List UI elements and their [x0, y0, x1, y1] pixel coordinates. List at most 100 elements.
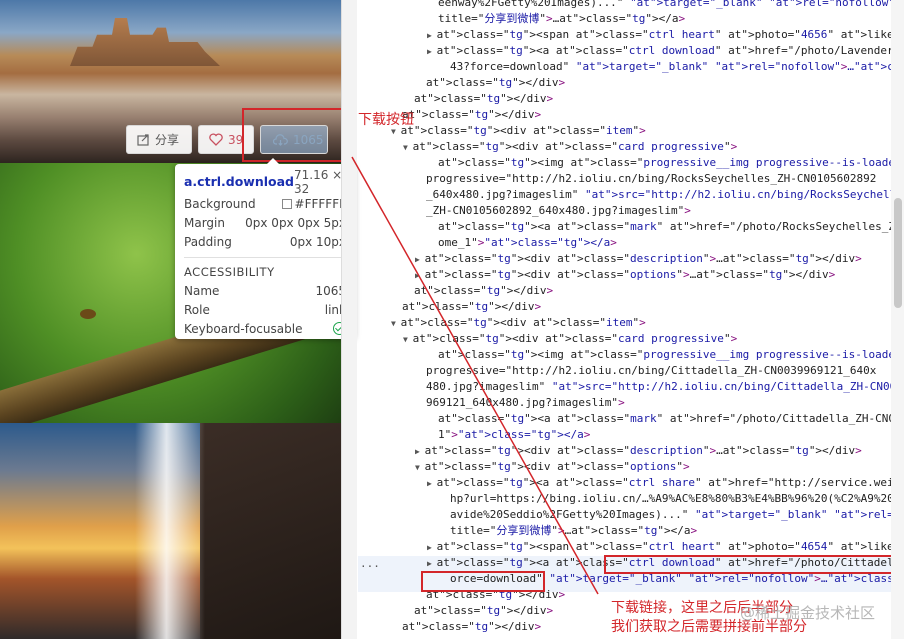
code-line[interactable]: ▶ at">class="tg"><span at">class="ctrl h…: [427, 27, 904, 43]
code-line[interactable]: ▶ at">class="tg"><a at">class="ctrl shar…: [427, 475, 904, 491]
background-label: Background: [184, 196, 256, 211]
code-line[interactable]: 43?force=download" "at">target="_blank" …: [450, 59, 904, 75]
margin-label: Margin: [184, 215, 225, 230]
code-text: at">class="tg"><div at">class="card prog…: [412, 332, 738, 345]
code-line[interactable]: at">class="tg"></div>: [414, 91, 553, 107]
code-text: progressive="http://h2.ioliu.cn/bing/Cit…: [426, 364, 877, 377]
expand-triangle-icon[interactable]: ▶: [427, 543, 437, 552]
code-line[interactable]: hp?url=https://bing.ioliu.cn/…%A9%AC%E8%…: [450, 491, 900, 507]
expand-triangle-icon[interactable]: ▶: [415, 447, 425, 456]
code-line[interactable]: ome_1">"at">class="tg"></a>: [438, 235, 617, 251]
code-line[interactable]: 480.jpg?imageslim" "at">src="http://h2.i…: [426, 379, 904, 395]
code-text: at">class="tg"></div>: [402, 300, 542, 313]
code-text: title="分享到微博">…at">class="tg"></a>: [450, 524, 698, 537]
code-line[interactable]: at">class="tg"></div>: [414, 603, 553, 619]
elements-panel: eenway%2FGetty%20Images)..." "at">target…: [358, 0, 904, 639]
tooltip-arrow: [267, 158, 279, 164]
code-text: at">class="tg"></div>: [414, 604, 554, 617]
heart-icon: [209, 133, 223, 146]
code-text: at">class="tg"><a at">class="mark" at">h…: [438, 412, 904, 425]
padding-label: Padding: [184, 234, 232, 249]
expand-triangle-icon[interactable]: ▶: [427, 559, 437, 568]
code-line[interactable]: _ZH-CN0105602892_640x480.jpg?imageslim">: [426, 203, 691, 219]
code-text: at">class="tg"></div>: [402, 620, 542, 633]
code-line[interactable]: ▶ at">class="tg"><div at">class="descrip…: [415, 443, 862, 459]
annotation-download-button: 下载按钮: [358, 112, 414, 128]
photo-waterfall[interactable]: [0, 423, 341, 639]
code-line[interactable]: progressive="http://h2.ioliu.cn/bing/Cit…: [426, 363, 876, 379]
code-text: hp?url=https://bing.ioliu.cn/…%A9%AC%E8%…: [450, 492, 901, 505]
code-line[interactable]: 1">"at">class="tg"></a>: [438, 427, 590, 443]
castle-silhouette: [70, 18, 220, 66]
code-line[interactable]: ▼ at">class="tg"><div at">class="item">: [391, 123, 646, 139]
collapse-triangle-icon[interactable]: ▼: [403, 335, 413, 344]
code-line[interactable]: progressive="http://h2.ioliu.cn/bing/Roc…: [426, 171, 876, 187]
code-line[interactable]: at">class="tg"><img at">class="progressi…: [438, 347, 904, 363]
code-text: at">class="tg"><span at">class="ctrl hea…: [436, 540, 904, 553]
code-text: ome_1">"at">class="tg"></a>: [438, 236, 617, 249]
code-text: at">class="tg"><div at">class="options">…: [424, 268, 836, 281]
code-line[interactable]: ▶ at">class="tg"><span at">class="ctrl h…: [427, 539, 904, 555]
share-button[interactable]: 分享: [126, 125, 192, 154]
code-line[interactable]: _640x480.jpg?imageslim" "at">src="http:/…: [426, 187, 904, 203]
code-line[interactable]: 969121_640x480.jpg?imageslim">: [426, 395, 625, 411]
code-text: progressive="http://h2.ioliu.cn/bing/Roc…: [426, 172, 877, 185]
code-line[interactable]: title="分享到微博">…at">class="tg"></a>: [450, 523, 697, 539]
code-text: 480.jpg?imageslim" "at">src="http://h2.i…: [426, 380, 904, 393]
code-line[interactable]: at">class="tg"></div>: [414, 283, 553, 299]
collapse-triangle-icon[interactable]: ▼: [415, 463, 425, 472]
code-line[interactable]: ▶ at">class="tg"><div at">class="descrip…: [415, 251, 862, 267]
code-line[interactable]: at">class="tg"><img at">class="progressi…: [438, 155, 904, 171]
focusable-label: Keyboard-focusable: [184, 321, 303, 336]
code-line[interactable]: at">class="tg"></div>: [402, 299, 541, 315]
code-text: avide%20Seddio%2FGetty%20Images)..." "at…: [450, 508, 904, 521]
margin-value: 0px 0px 0px 5px: [245, 215, 346, 230]
scrollbar-track[interactable]: [891, 0, 904, 639]
code-line[interactable]: ▶ at">class="tg"><div at">class="options…: [415, 267, 836, 283]
expand-triangle-icon[interactable]: ▶: [427, 31, 437, 40]
padding-value: 0px 10px: [289, 234, 346, 249]
tooltip-size: 71.16 × 32: [294, 167, 343, 196]
expand-triangle-icon[interactable]: ▶: [415, 255, 425, 264]
code-line[interactable]: ▶ at">class="tg"><a at">class="ctrl down…: [427, 43, 904, 59]
href-highlight-box-1: [604, 555, 894, 574]
tooltip-divider: [184, 257, 346, 258]
code-text: 43?force=download" "at">target="_blank" …: [450, 60, 904, 73]
expand-triangle-icon[interactable]: ▶: [427, 479, 437, 488]
code-line[interactable]: at">class="tg"><a at">class="mark" at">h…: [438, 411, 904, 427]
code-text: at">class="tg"><a at">class="ctrl downlo…: [436, 44, 904, 57]
code-line[interactable]: at">class="tg"></div>: [402, 107, 541, 123]
href-highlight-box-2: [421, 571, 545, 592]
code-line[interactable]: eenway%2FGetty%20Images)..." "at">target…: [438, 0, 895, 11]
code-text: at">class="tg"><a at">class="mark" at">h…: [438, 220, 904, 233]
code-line[interactable]: at">class="tg"></div>: [426, 75, 565, 91]
expand-triangle-icon[interactable]: ▶: [427, 47, 437, 56]
code-line[interactable]: ▼ at">class="tg"><div at">class="card pr…: [403, 331, 738, 347]
code-line[interactable]: ▼ at">class="tg"><div at">class="card pr…: [403, 139, 738, 155]
panel-divider[interactable]: [341, 0, 357, 639]
collapse-triangle-icon[interactable]: ▼: [403, 143, 413, 152]
color-swatch-icon: [281, 199, 292, 209]
code-line[interactable]: at">class="tg"></div>: [402, 619, 541, 635]
code-line[interactable]: avide%20Seddio%2FGetty%20Images)..." "at…: [450, 507, 904, 523]
name-label: Name: [184, 283, 220, 298]
collapse-triangle-icon[interactable]: ▼: [391, 319, 401, 328]
code-line[interactable]: title="分享到微博">…at">class="tg"></a>: [438, 11, 685, 27]
code-line[interactable]: ▼ at">class="tg"><div at">class="item">: [391, 315, 646, 331]
bee-shape: [80, 309, 96, 319]
code-line[interactable]: at">class="tg"><a at">class="mark" at">h…: [438, 219, 904, 235]
scrollbar-thumb[interactable]: [894, 198, 902, 308]
node-menu-dots[interactable]: ...: [360, 557, 380, 570]
rock-shape: [200, 423, 341, 639]
code-text: eenway%2FGetty%20Images)..." "at">target…: [438, 0, 896, 9]
code-text: at">class="tg"><span at">class="ctrl hea…: [436, 28, 904, 41]
inspect-tooltip: a.ctrl.download 71.16 × 32 Background #F…: [175, 158, 355, 339]
code-text: at">class="tg"><a at">class="ctrl share"…: [436, 476, 904, 489]
waterfall-shape: [135, 423, 205, 639]
code-text: _640x480.jpg?imageslim" "at">src="http:/…: [426, 188, 904, 201]
expand-triangle-icon[interactable]: ▶: [415, 271, 425, 280]
code-text: 1">"at">class="tg"></a>: [438, 428, 591, 441]
code-text: title="分享到微博">…at">class="tg"></a>: [438, 12, 686, 25]
code-text: at">class="tg"><div at">class="card prog…: [412, 140, 738, 153]
code-line[interactable]: ▼ at">class="tg"><div at">class="options…: [415, 459, 690, 475]
